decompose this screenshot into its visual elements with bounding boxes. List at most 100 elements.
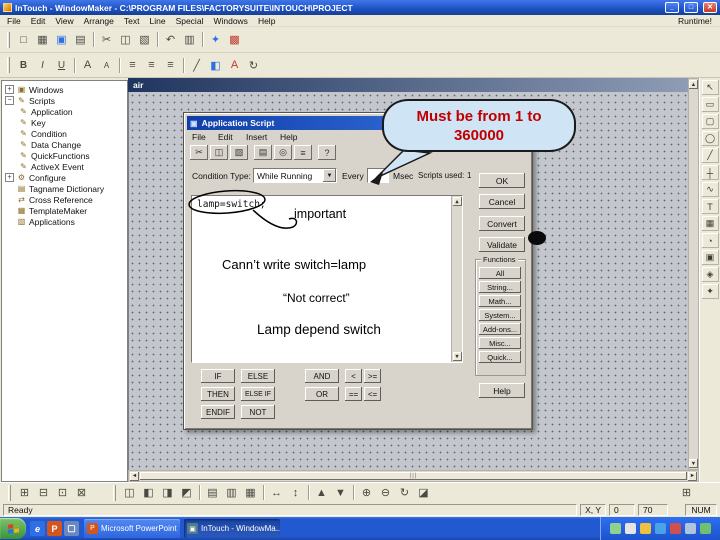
tree-item-activex-event[interactable]: ✎ ActiveX Event [2,161,127,172]
kw-elseif-button[interactable]: ELSE IF [241,387,275,401]
align-right-icon[interactable]: ≡ [161,56,180,74]
condition-type-select[interactable]: While Running ▼ [253,168,337,183]
align-middle-icon[interactable]: ▥ [222,484,241,502]
maximize-button[interactable]: □ [684,2,698,13]
align-left-icon[interactable]: ◧ [139,484,158,502]
fn-addons-button[interactable]: Add-ons... [479,323,521,335]
send-back-icon[interactable]: ▼ [331,484,350,502]
scroll-left-icon[interactable]: ◄ [130,471,139,481]
toolbar-grip[interactable] [113,484,116,501]
minimize-button[interactable]: _ [665,2,679,13]
help-icon[interactable]: ? [318,145,336,160]
print-icon[interactable]: ▤ [71,31,90,49]
show-desktop-icon[interactable]: ▢ [64,521,79,536]
tree-item-templatemaker[interactable]: ▦ TemplateMaker [2,205,127,216]
zoom-icon[interactable]: ⊞ [677,484,696,502]
start-button[interactable] [0,518,26,539]
tray-icon[interactable] [670,523,681,534]
cancel-button[interactable]: Cancel [479,194,525,209]
wizard-icon[interactable]: ✦ [206,31,225,49]
polyline-tool-icon[interactable]: ∿ [701,182,719,197]
tree-item-scripts[interactable]: − ✎ Scripts [2,95,127,106]
vertical-scrollbar[interactable]: ▲ ▼ [688,78,699,470]
tree-item-cross-reference[interactable]: ⇄ Cross Reference [2,194,127,205]
align-center-icon[interactable]: ◨ [158,484,177,502]
tray-icon[interactable] [700,523,711,534]
tree-item-tagname-dictionary[interactable]: ▤ Tagname Dictionary [2,183,127,194]
tagname-icon[interactable]: ≡ [294,145,312,160]
task-powerpoint-button[interactable]: P Microsoft PowerPoint [84,519,180,538]
menu-arrange[interactable]: Arrange [79,16,119,26]
ellipse-tool-icon[interactable]: ◯ [701,131,719,146]
align-right-icon[interactable]: ◩ [177,484,196,502]
fn-math-button[interactable]: Math... [479,295,521,307]
paste-icon[interactable]: ▧ [230,145,248,160]
fn-misc-button[interactable]: Misc... [479,337,521,349]
toolbar-grip[interactable] [7,57,10,73]
align-top-icon[interactable]: ▤ [203,484,222,502]
expand-icon[interactable]: + [5,85,14,94]
menu-line[interactable]: Line [144,16,170,26]
save-icon[interactable]: ▣ [52,31,71,49]
menu-text[interactable]: Text [119,16,145,26]
bold-icon[interactable]: B [14,56,33,74]
menu-help[interactable]: Help [253,16,280,26]
windowmaker-icon[interactable]: ▩ [225,31,244,49]
kw-or-button[interactable]: OR [305,387,339,401]
hv-line-tool-icon[interactable]: ┼ [701,165,719,180]
tray-icon[interactable] [685,523,696,534]
chevron-down-icon[interactable]: ▼ [323,169,336,182]
open-icon[interactable]: ▦ [33,31,52,49]
powerpoint-icon[interactable]: P [47,521,62,536]
rectangle-tool-icon[interactable]: ▭ [701,97,719,112]
cut-icon[interactable]: ✂ [190,145,208,160]
kw-and-button[interactable]: AND [305,369,339,383]
find-icon[interactable]: ◎ [274,145,292,160]
kw-endif-button[interactable]: ENDIF [201,405,235,419]
kw-if-button[interactable]: IF [201,369,235,383]
scroll-down-icon[interactable]: ▼ [452,352,462,361]
trend-tool-icon[interactable]: ◔ [701,233,719,248]
fn-quick-button[interactable]: Quick... [479,351,521,363]
tree-item-data-change[interactable]: ✎ Data Change [2,139,127,150]
internet-explorer-icon[interactable]: e [30,521,45,536]
font-increase-icon[interactable]: A [78,56,97,74]
text-tool-icon[interactable]: T [701,199,719,214]
air-window-titlebar[interactable]: air [128,78,688,92]
collapse-icon[interactable]: − [5,96,14,105]
scroll-up-icon[interactable]: ▲ [452,197,462,206]
kw-then-button[interactable]: THEN [201,387,235,401]
dialog-menu-file[interactable]: File [192,132,206,143]
italic-icon[interactable]: I [33,56,52,74]
kw-not-button[interactable]: NOT [241,405,275,419]
cut-icon[interactable]: ✂ [97,31,116,49]
toolbar-grip[interactable] [7,31,10,48]
line-color-icon[interactable]: ╱ [187,56,206,74]
kw-lt-button[interactable]: < [345,369,362,383]
duplicate-icon[interactable]: ◫ [120,484,139,502]
flip-horizontal-icon[interactable]: ◪ [414,484,433,502]
scroll-up-icon[interactable]: ▲ [689,80,698,89]
tree-item-windows[interactable]: + ▣ Windows [2,84,127,95]
convert-button[interactable]: Convert [479,216,525,231]
scroll-right-icon[interactable]: ► [688,471,697,481]
ok-button[interactable]: OK [479,173,525,188]
validate-button[interactable]: Validate [479,237,525,252]
tray-icon[interactable] [655,523,666,534]
align-center-icon[interactable]: ≡ [142,56,161,74]
tray-icon[interactable] [625,523,636,534]
dialog-menu-insert[interactable]: Insert [246,132,267,143]
menu-special[interactable]: Special [171,16,209,26]
fill-color-icon[interactable]: ◧ [206,56,225,74]
menu-edit[interactable]: Edit [26,16,51,26]
kw-eq-button[interactable]: == [345,387,362,401]
snap-icon[interactable]: ⊡ [53,484,72,502]
grid-toggle-icon[interactable]: ⊞ [15,484,34,502]
print-icon[interactable]: ▤ [254,145,272,160]
copy-icon[interactable]: ◫ [116,31,135,49]
help-button[interactable]: Help [479,383,525,398]
expand-icon[interactable]: + [5,173,14,182]
fn-system-button[interactable]: System... [479,309,521,321]
rotate-cw-icon[interactable]: ↻ [395,484,414,502]
ruler-icon[interactable]: ⊟ [34,484,53,502]
